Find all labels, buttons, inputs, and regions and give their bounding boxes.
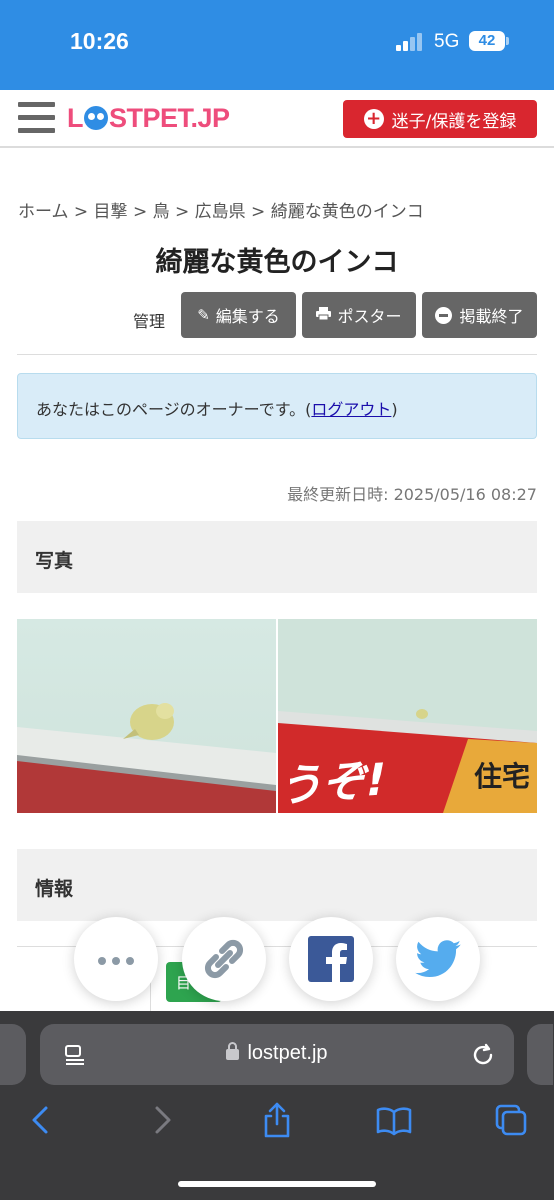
poster-button[interactable]: ポスター bbox=[302, 292, 416, 338]
twitter-share-button[interactable] bbox=[396, 917, 480, 1001]
site-header: L STPET.JP + 迷子/保護を登録 bbox=[0, 90, 554, 148]
register-button[interactable]: + 迷子/保護を登録 bbox=[343, 100, 537, 138]
menu-icon[interactable] bbox=[18, 102, 55, 134]
photo-sign-text: うぞ! bbox=[278, 754, 387, 813]
logout-link[interactable]: ログアウト bbox=[311, 400, 391, 419]
status-time: 10:26 bbox=[70, 28, 129, 54]
plus-icon: + bbox=[363, 109, 384, 129]
owner-notice-text: あなたはこのページのオーナーです。( bbox=[36, 400, 312, 419]
logo-text-right: STPET.JP bbox=[109, 102, 230, 133]
edit-button[interactable]: ✎ 編集する bbox=[181, 292, 296, 338]
more-icon bbox=[95, 950, 137, 969]
page-title: 綺麗な黄色のインコ bbox=[155, 247, 399, 278]
logo-eyes-icon bbox=[84, 106, 108, 130]
next-tab[interactable] bbox=[527, 1024, 553, 1085]
photo-2[interactable]: うぞ! 住宅 bbox=[278, 619, 537, 813]
battery-icon: 42 bbox=[469, 31, 505, 51]
divider bbox=[17, 354, 537, 355]
copy-link-button[interactable] bbox=[182, 917, 266, 1001]
photo-sign-subtext: 住宅 bbox=[474, 760, 531, 793]
owner-notice-close: ) bbox=[391, 400, 398, 419]
edit-label: 編集する bbox=[215, 307, 280, 326]
admin-label: 管理 bbox=[133, 312, 166, 331]
facebook-icon bbox=[308, 936, 354, 982]
status-bar: 10:26 5G 42 bbox=[0, 0, 554, 90]
end-listing-label: 掲載終了 bbox=[459, 307, 524, 326]
lock-icon bbox=[226, 1042, 240, 1060]
minus-circle-icon bbox=[435, 306, 453, 324]
poster-label: ポスター bbox=[337, 307, 402, 326]
register-label: 迷子/保護を登録 bbox=[391, 111, 517, 132]
back-icon[interactable] bbox=[22, 1100, 62, 1140]
url-text: lostpet.jp bbox=[247, 1042, 328, 1064]
pencil-icon: ✎ bbox=[197, 306, 210, 324]
section-info: 情報 bbox=[17, 849, 537, 921]
photo-1[interactable] bbox=[17, 619, 276, 813]
bookmarks-icon[interactable] bbox=[374, 1100, 414, 1140]
site-logo[interactable]: L STPET.JP bbox=[67, 102, 230, 134]
home-indicator bbox=[178, 1181, 376, 1187]
section-photos: 写真 bbox=[17, 521, 537, 593]
more-button[interactable] bbox=[74, 917, 158, 1001]
last-updated: 最終更新日時: 2025/05/16 08:27 bbox=[287, 485, 537, 504]
twitter-icon bbox=[415, 940, 461, 978]
signal-icon bbox=[396, 33, 426, 51]
battery-nub bbox=[506, 37, 509, 45]
breadcrumb[interactable]: ホーム > 目撃 > 鳥 > 広島県 > 綺麗な黄色のインコ bbox=[18, 197, 424, 222]
address-bar[interactable]: lostpet.jp bbox=[40, 1024, 514, 1085]
owner-notice: あなたはこのページのオーナーです。(ログアウト) bbox=[17, 373, 537, 439]
printer-icon bbox=[316, 306, 332, 324]
facebook-share-button[interactable] bbox=[289, 917, 373, 1001]
network-label: 5G bbox=[434, 31, 460, 52]
previous-tab[interactable] bbox=[0, 1024, 26, 1085]
end-listing-button[interactable]: 掲載終了 bbox=[422, 292, 537, 338]
forward-icon[interactable] bbox=[141, 1100, 181, 1140]
share-icon[interactable] bbox=[257, 1100, 297, 1140]
logo-text-left: L bbox=[67, 102, 84, 133]
link-icon bbox=[204, 939, 244, 979]
tabs-icon[interactable] bbox=[491, 1100, 531, 1140]
photo-gallery: うぞ! 住宅 bbox=[17, 619, 537, 813]
reload-icon[interactable] bbox=[470, 1042, 496, 1068]
